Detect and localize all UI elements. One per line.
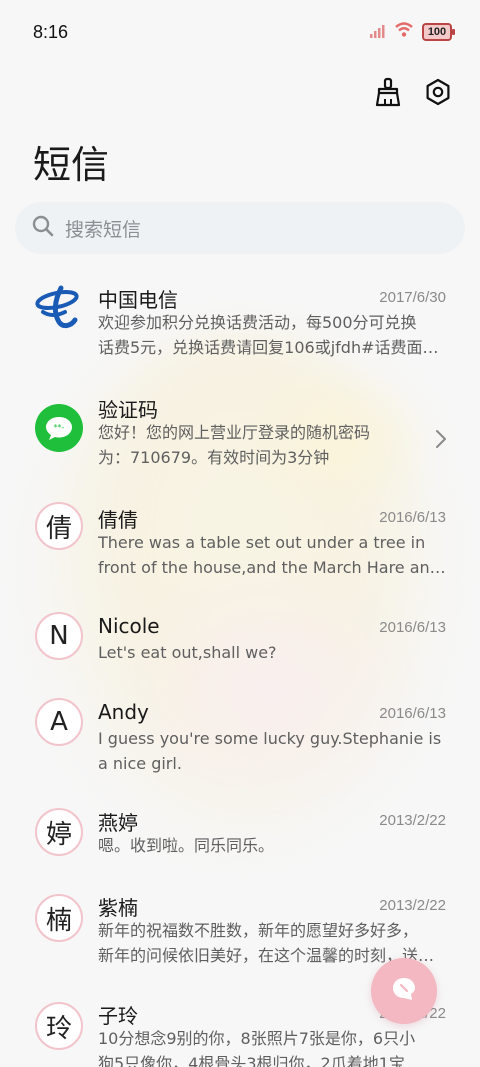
- message-date: 2013/2/22: [379, 897, 446, 914]
- message-date: 2013/2/22: [379, 812, 446, 829]
- search-input[interactable]: 搜索短信: [15, 202, 465, 254]
- compose-icon: [390, 975, 418, 1007]
- messages-app: 8:16 100 短信 搜索短信 中国电信 2017/6/30 欢迎参加积分兑换…: [0, 0, 480, 1067]
- search-placeholder: 搜索短信: [65, 218, 142, 241]
- sender-name: 子玲: [98, 1004, 138, 1028]
- message-preview: 您好！您的网上营业厅登录的随机密码 为：710679。有效时间为3分钟: [98, 423, 371, 467]
- message-preview: There was a table set out under a tree i…: [98, 533, 448, 577]
- china-telecom-logo-icon: [35, 282, 83, 330]
- chevron-right-icon: [435, 429, 447, 453]
- conversation-item[interactable]: A Andy 2016/6/13 I guess you're some luc…: [0, 688, 480, 798]
- conversation-item[interactable]: 中国电信 2017/6/30 欢迎参加积分兑换话费活动，每500分可兑换 话费5…: [0, 272, 480, 382]
- clean-button[interactable]: [372, 77, 404, 111]
- message-bubble-icon: **-: [35, 404, 83, 452]
- avatar: 玲: [35, 1002, 83, 1050]
- avatar: A: [35, 698, 83, 746]
- message-date: 2016/6/13: [379, 705, 446, 722]
- settings-button[interactable]: [422, 78, 454, 110]
- status-icons: 100: [370, 22, 455, 42]
- conversation-item[interactable]: 倩 倩倩 2016/6/13 There was a table set out…: [0, 492, 480, 602]
- battery-indicator: 100: [422, 23, 455, 41]
- gear-icon: [424, 78, 452, 110]
- wifi-icon: [394, 22, 414, 42]
- message-preview: 欢迎参加积分兑换话费活动，每500分可兑换 话费5元，兑换话费请回复106或jf…: [98, 313, 448, 357]
- message-date: 2016/6/13: [379, 509, 446, 526]
- status-bar: 8:16 100: [0, 0, 480, 66]
- message-date: 2017/6/30: [379, 289, 446, 306]
- sender-name: Nicole: [98, 614, 160, 638]
- sender-name: 验证码: [98, 398, 158, 422]
- signal-icon: [370, 23, 386, 42]
- message-preview: 10分想念9别的你，8张照片7张是你，6只小 狗5只像你，4根骨头3根归你，2爪…: [98, 1029, 416, 1067]
- header-actions: [372, 77, 454, 111]
- conversation-item[interactable]: N Nicole 2016/6/13 Let's eat out,shall w…: [0, 602, 480, 688]
- svg-text:**-: **-: [54, 423, 65, 432]
- status-time: 8:16: [33, 22, 69, 42]
- broom-icon: [374, 77, 402, 111]
- avatar: 倩: [35, 502, 83, 550]
- page-title: 短信: [33, 143, 110, 187]
- message-preview: Let's eat out,shall we?: [98, 643, 277, 662]
- conversation-item[interactable]: 婷 燕婷 2013/2/22 嗯。收到啦。同乐同乐。: [0, 798, 480, 884]
- message-preview: I guess you're some lucky guy.Stephanie …: [98, 729, 442, 773]
- avatar: 婷: [35, 808, 83, 856]
- sender-name: 中国电信: [98, 288, 178, 312]
- search-icon: [31, 214, 55, 242]
- message-preview: 嗯。收到啦。同乐同乐。: [98, 836, 275, 855]
- compose-button[interactable]: [371, 958, 437, 1024]
- conversation-item[interactable]: **- 验证码 您好！您的网上营业厅登录的随机密码 为：710679。有效时间为…: [0, 382, 480, 492]
- sender-name: 紫楠: [98, 896, 138, 920]
- message-date: 2016/6/13: [379, 619, 446, 636]
- sender-name: Andy: [98, 700, 149, 724]
- sender-name: 燕婷: [98, 811, 138, 835]
- sender-name: 倩倩: [98, 508, 138, 532]
- avatar: 楠: [35, 894, 83, 942]
- avatar: N: [35, 612, 83, 660]
